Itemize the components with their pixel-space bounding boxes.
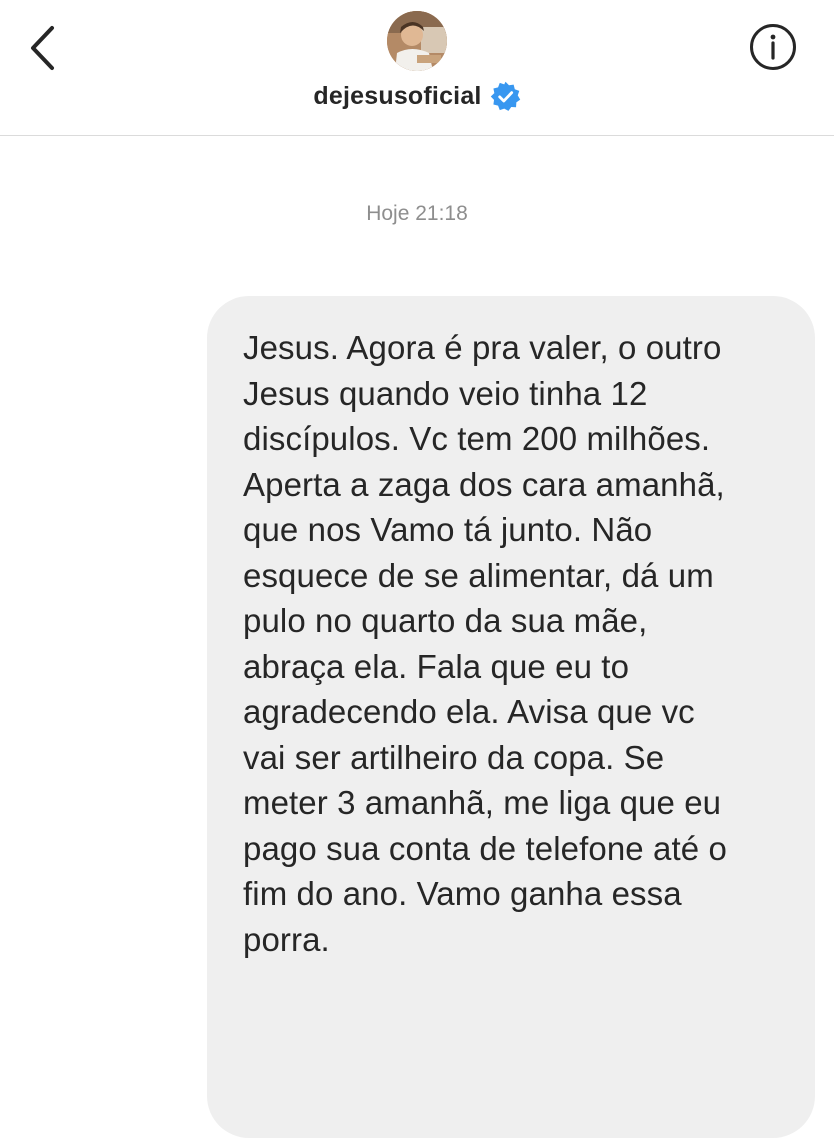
message-bubble[interactable]: Jesus. Agora é pra valer, o outro Jesus … xyxy=(207,296,815,1138)
chevron-left-icon xyxy=(31,26,54,70)
username[interactable]: dejesusoficial xyxy=(313,82,481,111)
back-button[interactable] xyxy=(22,20,68,76)
info-button[interactable] xyxy=(748,22,798,72)
title-row: dejesusoficial xyxy=(0,76,834,116)
chat-header: dejesusoficial xyxy=(0,0,834,136)
message-timestamp: Hoje 21:18 xyxy=(366,202,468,225)
avatar[interactable] xyxy=(387,11,447,71)
profile-photo xyxy=(387,11,447,71)
message-thread[interactable]: Hoje 21:18 Jesus. Agora é pra valer, o o… xyxy=(0,136,834,1138)
info-circle-icon xyxy=(750,24,796,70)
message-text: Jesus. Agora é pra valer, o outro Jesus … xyxy=(243,329,727,958)
verified-badge-icon xyxy=(490,81,521,112)
